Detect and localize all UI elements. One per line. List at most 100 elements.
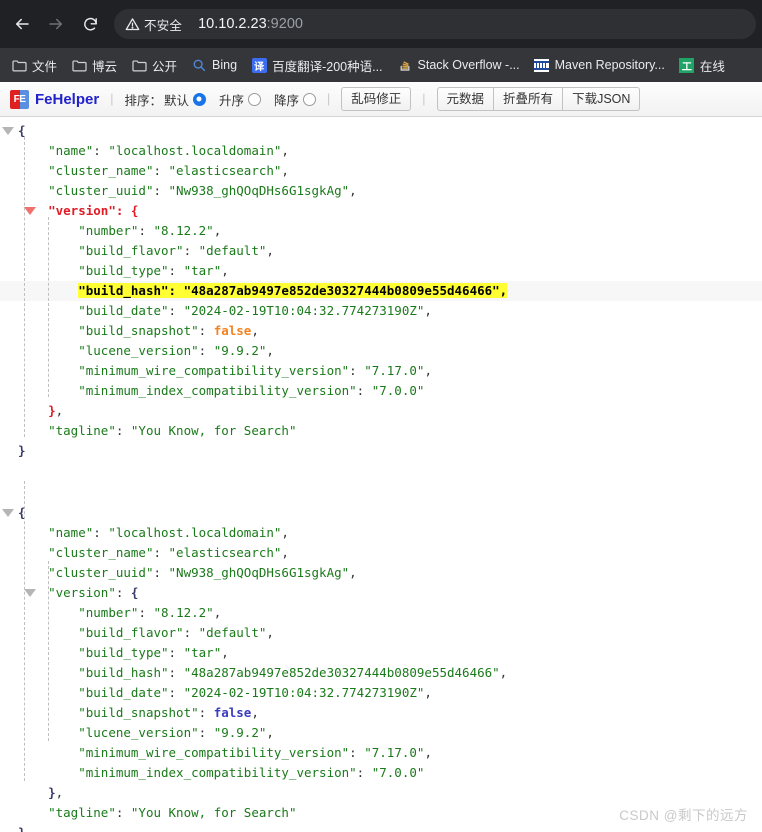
- json-line[interactable]: "cluster_uuid": "Nw938_ghQOqDHs6G1sgkAg"…: [0, 563, 762, 583]
- json-line[interactable]: "build_snapshot": false,: [0, 703, 762, 723]
- bookmark-label: Stack Overflow -...: [418, 58, 520, 72]
- json-token-value: "7.0.0": [372, 765, 425, 780]
- forward-button[interactable]: [40, 8, 72, 40]
- json-token-key: "build_type": [78, 645, 168, 660]
- sort-option-descending[interactable]: 降序: [274, 90, 316, 109]
- json-line[interactable]: "lucene_version": "9.9.2",: [0, 341, 762, 361]
- sort-option-ascending[interactable]: 升序: [219, 90, 261, 109]
- bookmark-bing[interactable]: Bing: [184, 53, 244, 77]
- radio-indicator[interactable]: [303, 93, 316, 106]
- json-indent: [18, 423, 48, 438]
- bookmark-label: 博云: [92, 56, 117, 75]
- json-line[interactable]: "minimum_wire_compatibility_version": "7…: [0, 743, 762, 763]
- json-token-key: "lucene_version": [78, 343, 198, 358]
- fehelper-toolbar: FE FeHelper | 排序： 默认 升序 降序 | 乱码修正 | 元数据 …: [0, 82, 762, 117]
- json-token-key: "build_hash": [78, 283, 168, 298]
- sort-option-label: 默认: [164, 90, 189, 109]
- json-token-key: "minimum_wire_compatibility_version": [78, 745, 349, 760]
- security-status-chip[interactable]: 不安全: [120, 13, 190, 36]
- json-token-value: "8.12.2": [154, 223, 214, 238]
- json-line[interactable]: "number": "8.12.2",: [0, 603, 762, 623]
- bookmark-label: 百度翻译-200种语...: [272, 56, 382, 75]
- bookmark-folder-wenjian[interactable]: 文件: [4, 52, 64, 79]
- json-token-key: "name": [48, 525, 93, 540]
- fold-toggle-version-icon[interactable]: [24, 207, 36, 215]
- json-line[interactable]: "build_type": "tar",: [0, 261, 762, 281]
- json-token-value: "You Know, for Search": [131, 805, 297, 820]
- json-token-punct: ,: [349, 565, 357, 580]
- json-line[interactable]: "lucene_version": "9.9.2",: [0, 723, 762, 743]
- json-line[interactable]: "build_hash": "48a287ab9497e852de3032744…: [0, 663, 762, 683]
- collapse-all-button[interactable]: 折叠所有: [494, 87, 563, 111]
- fold-toggle-root-icon[interactable]: [2, 127, 14, 135]
- bookmark-label: 在线: [700, 56, 725, 75]
- back-button[interactable]: [6, 8, 38, 40]
- json-token-punct: ,: [424, 685, 432, 700]
- json-token-punct: ,: [221, 645, 229, 660]
- fold-toggle-root-icon[interactable]: [2, 509, 14, 517]
- bookmark-folder-gongkai[interactable]: 公开: [124, 52, 184, 79]
- address-bar[interactable]: 不安全 10.10.2.23:9200: [114, 9, 756, 39]
- json-line[interactable]: "minimum_index_compatibility_version": "…: [0, 763, 762, 783]
- json-token-colon: :: [93, 143, 108, 158]
- json-line[interactable]: "build_snapshot": false,: [0, 321, 762, 341]
- wps-icon: 工: [679, 57, 695, 73]
- json-line[interactable]: "build_type": "tar",: [0, 643, 762, 663]
- toolbar-separator-1: |: [110, 92, 113, 106]
- json-line[interactable]: "cluster_uuid": "Nw938_ghQOqDHs6G1sgkAg"…: [0, 181, 762, 201]
- reload-button[interactable]: [74, 8, 106, 40]
- json-line[interactable]: {: [0, 503, 762, 523]
- json-line[interactable]: },: [0, 401, 762, 421]
- json-line[interactable]: }: [0, 441, 762, 461]
- json-line[interactable]: "number": "8.12.2",: [0, 221, 762, 241]
- url-text: 10.10.2.23:9200: [198, 16, 303, 32]
- json-line[interactable]: {: [0, 121, 762, 141]
- json-token-value: "elasticsearch": [169, 163, 282, 178]
- json-token-brace: }: [18, 825, 26, 832]
- json-indent: [18, 163, 48, 178]
- json-line[interactable]: "name": "localhost.localdomain",: [0, 141, 762, 161]
- json-token-punct: ,: [266, 725, 274, 740]
- bookmark-maven-repository[interactable]: Maven Repository...: [527, 53, 672, 77]
- json-token-colon: :: [357, 765, 372, 780]
- radio-indicator[interactable]: [193, 93, 206, 106]
- json-viewer[interactable]: { "name": "localhost.localdomain", "clus…: [0, 117, 762, 832]
- fold-toggle-version-icon[interactable]: [24, 589, 36, 597]
- json-token-key: "lucene_version": [78, 725, 198, 740]
- json-token-key: "build_type": [78, 263, 168, 278]
- json-line[interactable]: "tagline": "You Know, for Search": [0, 421, 762, 441]
- json-line[interactable]: "minimum_wire_compatibility_version": "7…: [0, 361, 762, 381]
- json-line[interactable]: "minimum_index_compatibility_version": "…: [0, 381, 762, 401]
- json-line[interactable]: "cluster_name": "elasticsearch",: [0, 543, 762, 563]
- json-line[interactable]: "build_hash": "48a287ab9497e852de3032744…: [0, 281, 762, 301]
- json-token-colon: :: [169, 685, 184, 700]
- json-line[interactable]: "build_date": "2024-02-19T10:04:32.77427…: [0, 301, 762, 321]
- bookmark-folder-boyun[interactable]: 博云: [64, 52, 124, 79]
- folder-icon: [131, 57, 147, 73]
- json-line[interactable]: "build_date": "2024-02-19T10:04:32.77427…: [0, 683, 762, 703]
- maven-icon-glyph: [534, 59, 549, 72]
- json-line[interactable]: }: [0, 823, 762, 832]
- json-line[interactable]: "build_flavor": "default",: [0, 241, 762, 261]
- search-icon: [191, 57, 207, 73]
- metadata-button[interactable]: 元数据: [437, 87, 495, 111]
- json-token-punct: ,: [266, 625, 274, 640]
- fix-encoding-button[interactable]: 乱码修正: [341, 87, 411, 111]
- json-block-primary[interactable]: { "name": "localhost.localdomain", "clus…: [0, 117, 762, 461]
- json-line[interactable]: "cluster_name": "elasticsearch",: [0, 161, 762, 181]
- sort-option-default[interactable]: 默认: [164, 90, 206, 109]
- json-block-secondary[interactable]: { "name": "localhost.localdomain", "clus…: [0, 461, 762, 832]
- download-json-button[interactable]: 下载JSON: [563, 87, 640, 111]
- json-line[interactable]: "version": {: [0, 201, 762, 221]
- json-line[interactable]: },: [0, 783, 762, 803]
- radio-indicator[interactable]: [248, 93, 261, 106]
- json-token-key: "cluster_uuid": [48, 183, 153, 198]
- json-line[interactable]: "version": {: [0, 583, 762, 603]
- sort-label: 排序：: [124, 90, 162, 109]
- json-token-value: "48a287ab9497e852de30327444b0809e55d4646…: [184, 665, 500, 680]
- bookmark-zaixian[interactable]: 工 在线: [672, 52, 732, 79]
- bookmark-stack-overflow[interactable]: Stack Overflow -...: [390, 53, 527, 77]
- json-line[interactable]: "build_flavor": "default",: [0, 623, 762, 643]
- bookmark-baidu-translate[interactable]: 译 百度翻译-200种语...: [244, 52, 389, 79]
- json-line[interactable]: "name": "localhost.localdomain",: [0, 523, 762, 543]
